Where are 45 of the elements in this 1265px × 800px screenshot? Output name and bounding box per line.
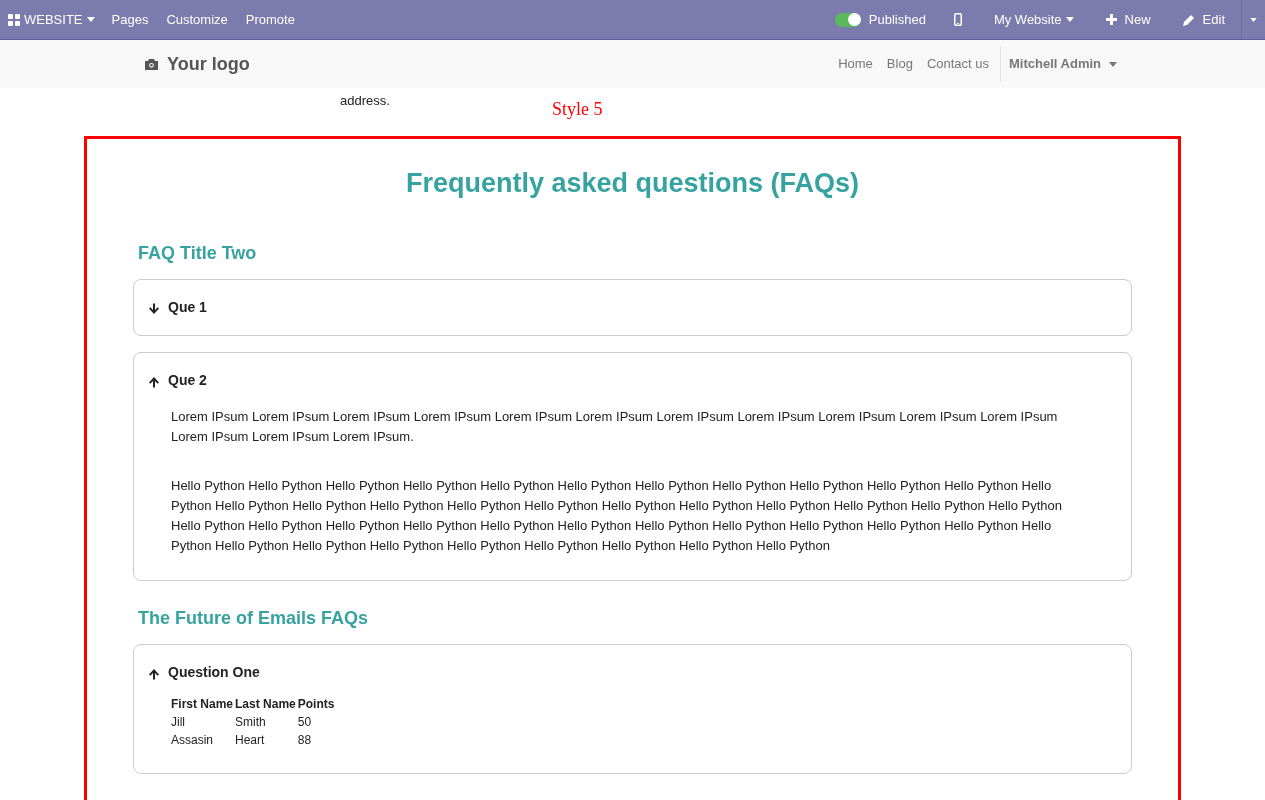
arrow-up-icon [148,668,160,680]
grid-icon [8,13,20,26]
app-menu-button[interactable]: WEBSITE [0,0,103,39]
table-header: First Name [171,695,235,713]
admin-menu-link[interactable]: Pages [102,0,158,39]
table-cell: Assasin [171,730,236,749]
website-menu-button[interactable]: My Website [977,0,1090,39]
table-cell-text: 88 [297,731,313,749]
nav-link[interactable]: Home [831,54,880,74]
published-toggle[interactable]: Published [822,0,938,39]
table-cell-text: 50 [297,713,313,731]
new-button[interactable]: New [1089,0,1167,39]
question-toggle[interactable]: Question One [148,661,260,683]
nav-link[interactable]: Contact us [919,54,997,74]
edit-button[interactable]: Edit [1166,0,1241,39]
section-title: FAQ Title Two [138,241,258,265]
caret-icon [1250,17,1257,22]
caret-icon [1109,61,1117,67]
arrow-up-icon [148,376,160,388]
table-cell: Jill [171,712,236,731]
answer-paragraph: Hello Python Hello Python Hello Python Hello Python Hello Python Hello Python Hello Python Hello Python Hello Python Hello Python Hello Python Hello Python Hello Python Hello Python Hello Python Hello Python Hello Python Hello Python Hello Python Hello Python Hello Python Hello Python Hello Python Hello Python Hello Python Hello Python Hello Python Hello Python Hello Python Hello Python Hello Python Hello Python Hello Python Hello Python Hello Python Hello Python Hello Python Hello Python Hello Python Hello Python Hello Python Hello Python Hello Python [171,476,1063,555]
logo-link[interactable]: Your logo [140,42,254,86]
answer-paragraph: Lorem IPsum Lorem IPsum Lorem IPsum Lorem IPsum Lorem IPsum Lorem IPsum Lorem IPsum Lorem IPsum Lorem IPsum Lorem IPsum Lorem IPsum Lorem IPsum Lorem IPsum Lorem IPsum. [171,407,1059,446]
caret-icon [1065,17,1074,22]
style-label: Style 5 [552,98,603,121]
plus-icon [1105,14,1117,25]
table-header: Points [297,695,336,713]
user-menu-button[interactable]: Mitchell Admin [1001,54,1125,74]
pencil-icon [1182,13,1195,26]
camera-icon [144,57,159,71]
table-cell: Heart [235,730,298,749]
caret-icon [86,17,95,22]
section-title: The Future of Emails FAQs [138,606,370,630]
nav-link[interactable]: Blog [879,54,920,74]
admin-menu-link[interactable]: Promote [236,0,304,39]
toggle-switch [834,12,861,27]
table-header: Last Name [235,694,298,713]
table-cell: Smith [235,712,298,731]
question-toggle[interactable]: Que 1 [148,296,207,318]
admin-menu-link[interactable]: Customize [157,0,237,39]
question-toggle[interactable]: Que 2 [148,369,207,391]
address-text: address. [340,92,390,110]
mobile-icon[interactable] [953,13,962,26]
faq-title: Frequently asked questions (FAQs) [404,167,861,200]
arrow-down-icon [148,303,160,315]
